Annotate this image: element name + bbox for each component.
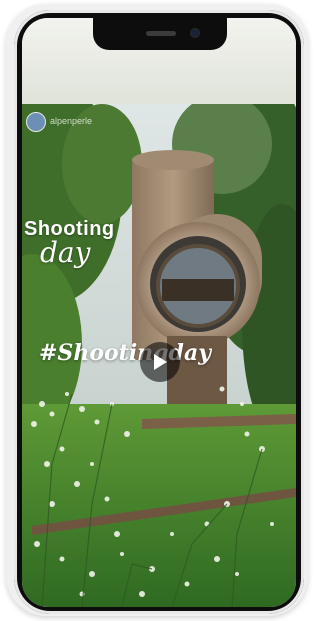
play-button[interactable] <box>140 342 180 382</box>
phone-notch <box>93 18 227 50</box>
caption-hashtag: #Shootingday <box>39 340 211 366</box>
avatar-icon[interactable] <box>26 112 46 132</box>
speaker-icon <box>146 31 176 36</box>
phone-screen: alpenperle Shooting day #Shootingday <box>22 18 296 607</box>
play-icon <box>154 354 167 370</box>
phone-mockup: alpenperle Shooting day #Shootingday <box>0 0 314 621</box>
story-video[interactable]: alpenperle Shooting day #Shootingday <box>22 104 296 607</box>
meadow <box>22 404 296 607</box>
story-username[interactable]: alpenperle <box>50 116 92 126</box>
camera-icon <box>191 29 199 37</box>
caption-day: day <box>40 236 91 269</box>
